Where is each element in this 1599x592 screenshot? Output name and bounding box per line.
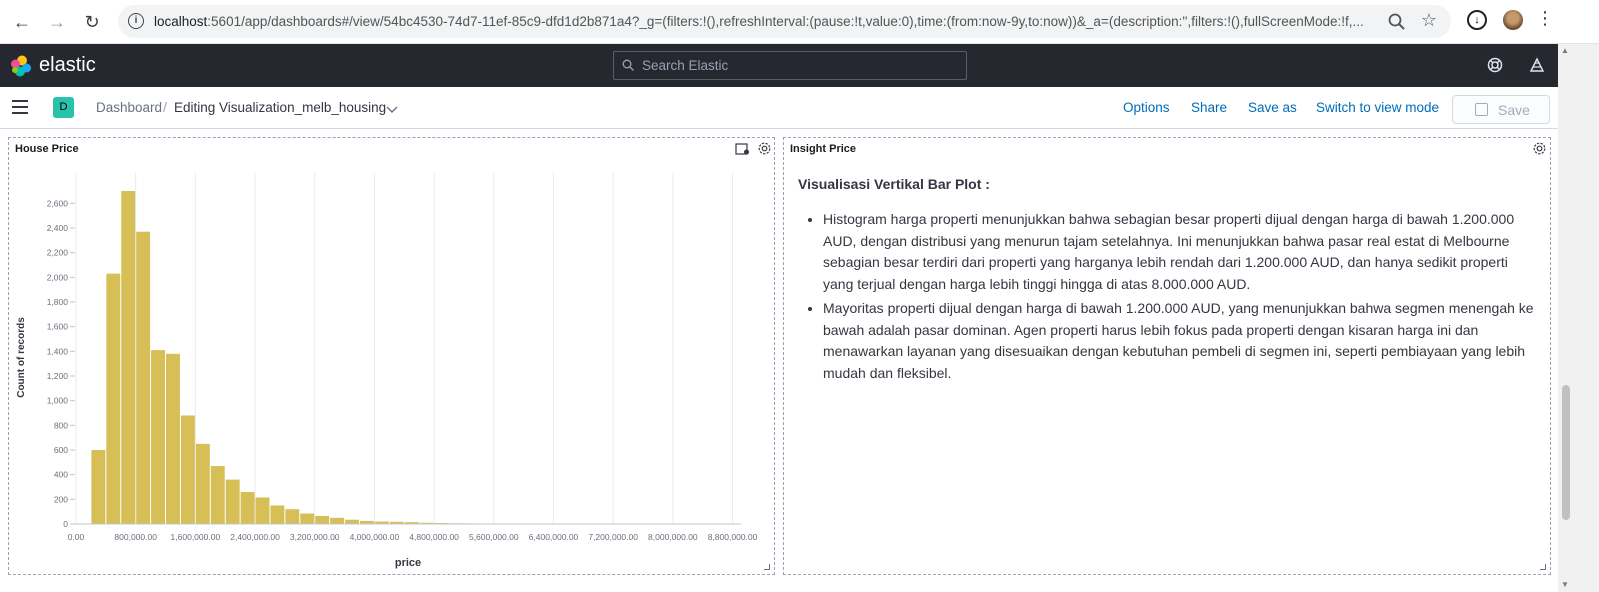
histogram-bar: [136, 231, 151, 524]
panel-title-insight-price: Insight Price: [790, 143, 857, 155]
search-placeholder: Search Elastic: [642, 58, 729, 73]
logo-text: elastic: [39, 54, 96, 76]
scroll-up-arrow-icon[interactable]: ▲: [1561, 46, 1569, 55]
save-disk-icon: [1475, 103, 1488, 116]
histogram-bar: [345, 519, 360, 524]
histogram-bar: [240, 491, 255, 524]
histogram-bar: [225, 479, 240, 524]
markdown-content: Visualisasi Vertikal Bar Plot : Histogra…: [798, 176, 1538, 387]
newsfeed-icon[interactable]: [1528, 56, 1546, 74]
y-tick-label: 1,400: [47, 346, 69, 356]
x-tick-label: 7,200,000.00: [588, 532, 638, 542]
y-tick-label: 800: [54, 420, 68, 430]
zoom-icon[interactable]: [1387, 12, 1407, 32]
y-tick-label: 200: [54, 494, 68, 504]
profile-avatar[interactable]: [1503, 10, 1523, 30]
global-search-input[interactable]: Search Elastic: [613, 51, 967, 80]
breadcrumb-current: Editing Visualization_melb_housing: [174, 100, 387, 115]
reload-icon[interactable]: ↻: [80, 10, 104, 34]
y-tick-label: 2,200: [47, 248, 69, 258]
histogram-bar: [255, 497, 270, 524]
histogram-bar: [91, 450, 106, 524]
resize-handle[interactable]: [764, 564, 770, 570]
x-tick-label: 1,600,000.00: [171, 532, 221, 542]
menu-hamburger-icon[interactable]: [12, 100, 28, 114]
panel-settings-gear-icon[interactable]: [1532, 141, 1547, 156]
site-info-icon[interactable]: i: [128, 13, 144, 29]
unsaved-check-icon: [386, 106, 398, 113]
y-tick-label: 2,000: [47, 272, 69, 282]
elastic-header: elastic Search Elastic: [0, 44, 1558, 87]
forward-icon[interactable]: →: [45, 10, 69, 34]
y-tick-label: 2,400: [47, 223, 69, 233]
histogram-bar: [121, 191, 136, 524]
histogram-bar: [285, 509, 300, 524]
save-label: Save: [1498, 102, 1530, 118]
back-icon[interactable]: ←: [10, 10, 34, 34]
y-tick-label: 600: [54, 445, 68, 455]
scroll-down-arrow-icon[interactable]: ▼: [1561, 580, 1569, 589]
browser-toolbar: ← → ↻ i localhost:5601/app/dashboards#/v…: [0, 0, 1599, 44]
x-tick-label: 8,800,000.00: [708, 532, 758, 542]
histogram-bar: [210, 466, 225, 524]
x-tick-label: 800,000.00: [114, 532, 157, 542]
url-text[interactable]: localhost:5601/app/dashboards#/view/54bc…: [154, 14, 1382, 29]
browser-menu-icon[interactable]: ⋮: [1536, 8, 1554, 29]
y-tick-label: 1,600: [47, 322, 69, 332]
x-tick-label: 5,600,000.00: [469, 532, 519, 542]
x-tick-label: 2,400,000.00: [230, 532, 280, 542]
y-axis-title: Count of records: [16, 317, 27, 398]
panel-house-price: House Price 0.00 800,000.00 1,600,000.00 2,…: [8, 137, 775, 575]
x-tick-label: 4,800,000.00: [409, 532, 459, 542]
url-path: :5601/app/dashboards#/view/54bc4530-74d7…: [207, 14, 1364, 29]
y-tick-label: 2,600: [47, 198, 69, 208]
download-icon[interactable]: ↓: [1467, 10, 1487, 30]
resize-handle[interactable]: [1540, 564, 1546, 570]
x-axis-title: price: [395, 557, 421, 569]
histogram-bar: [151, 350, 166, 524]
address-bar[interactable]: i localhost:5601/app/dashboards#/view/54…: [118, 5, 1451, 38]
histogram-bar: [300, 513, 315, 524]
x-tick-label: 6,400,000.00: [529, 532, 579, 542]
dashboard-top-nav: D Dashboard / Editing Visualization_melb…: [0, 87, 1558, 129]
save-button[interactable]: Save: [1452, 95, 1550, 124]
x-tick-label: 3,200,000.00: [290, 532, 340, 542]
y-tick-label: 1,800: [47, 297, 69, 307]
breadcrumb-separator: /: [163, 99, 167, 115]
share-button[interactable]: Share: [1191, 100, 1227, 115]
histogram-bar: [180, 415, 195, 524]
histogram-bar: [270, 505, 285, 524]
histogram-bar: [315, 515, 330, 524]
histogram-bar: [106, 273, 121, 524]
histogram-bar: [195, 443, 210, 524]
insight-bullet: Histogram harga properti menunjukkan bah…: [823, 209, 1538, 295]
save-as-button[interactable]: Save as: [1248, 100, 1297, 115]
y-tick-label: 1,200: [47, 371, 69, 381]
x-tick-label: 4,000,000.00: [350, 532, 400, 542]
y-tick-label: 1,000: [47, 396, 69, 406]
url-host: localhost: [154, 14, 208, 29]
insight-heading: Visualisasi Vertikal Bar Plot :: [798, 176, 990, 192]
space-avatar[interactable]: D: [53, 97, 74, 118]
house-price-histogram: 0.00 800,000.00 1,600,000.00 2,400,000.00 3,…: [16, 173, 758, 569]
bookmark-star-icon[interactable]: ☆: [1421, 10, 1437, 31]
y-tick-label: 0: [63, 519, 68, 529]
insight-list: Histogram harga properti menunjukkan bah…: [798, 209, 1538, 384]
options-button[interactable]: Options: [1123, 100, 1170, 115]
insight-bullet: Mayoritas properti dijual dengan harga d…: [823, 298, 1538, 384]
scrollbar-thumb[interactable]: [1562, 385, 1570, 520]
elastic-logo-icon[interactable]: [10, 55, 32, 77]
histogram-bar: [166, 353, 180, 524]
x-tick-label: 8,000,000.00: [648, 532, 698, 542]
switch-to-view-mode-button[interactable]: Switch to view mode: [1316, 100, 1439, 115]
panel-insight-price: Insight Price Visualisasi Vertikal Bar P…: [783, 137, 1551, 575]
search-icon: [622, 59, 634, 71]
help-icon[interactable]: [1486, 56, 1504, 74]
histogram-bar: [330, 517, 345, 524]
breadcrumb-dashboard[interactable]: Dashboard: [96, 100, 162, 115]
x-tick-label: 0.00: [68, 532, 85, 542]
y-tick-label: 400: [54, 470, 68, 480]
